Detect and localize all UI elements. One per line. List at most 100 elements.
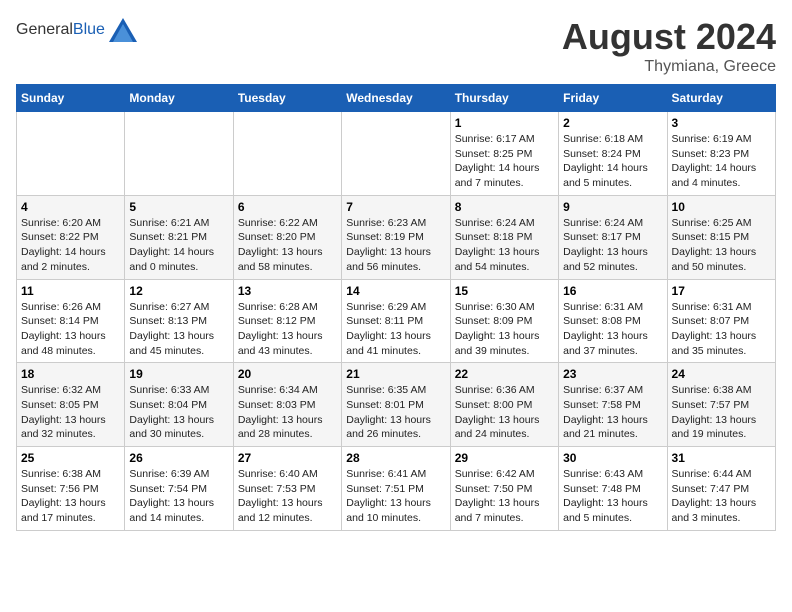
calendar-cell: 24 Sunrise: 6:38 AM Sunset: 7:57 PM Dayli…: [667, 363, 775, 447]
calendar-cell: [125, 112, 233, 196]
calendar-cell: 30 Sunrise: 6:43 AM Sunset: 7:48 PM Dayli…: [559, 447, 667, 531]
day-info: Sunrise: 6:38 AM Sunset: 7:56 PM Dayligh…: [21, 467, 120, 526]
calendar-cell: 10 Sunrise: 6:25 AM Sunset: 8:15 PM Dayli…: [667, 195, 775, 279]
day-info: Sunrise: 6:32 AM Sunset: 8:05 PM Dayligh…: [21, 383, 120, 442]
day-info: Sunrise: 6:43 AM Sunset: 7:48 PM Dayligh…: [563, 467, 662, 526]
calendar-cell: 21 Sunrise: 6:35 AM Sunset: 8:01 PM Dayli…: [342, 363, 450, 447]
calendar-cell: 23 Sunrise: 6:37 AM Sunset: 7:58 PM Dayli…: [559, 363, 667, 447]
day-number: 2: [563, 116, 662, 130]
logo: GeneralBlue: [16, 16, 139, 44]
day-info: Sunrise: 6:24 AM Sunset: 8:18 PM Dayligh…: [455, 216, 554, 275]
calendar-cell: 28 Sunrise: 6:41 AM Sunset: 7:51 PM Dayli…: [342, 447, 450, 531]
day-number: 17: [672, 284, 771, 298]
day-info: Sunrise: 6:18 AM Sunset: 8:24 PM Dayligh…: [563, 132, 662, 191]
calendar-cell: [17, 112, 125, 196]
day-number: 29: [455, 451, 554, 465]
day-number: 27: [238, 451, 337, 465]
calendar-cell: [342, 112, 450, 196]
weekday-header: Tuesday: [233, 85, 341, 112]
calendar-cell: 27 Sunrise: 6:40 AM Sunset: 7:53 PM Dayli…: [233, 447, 341, 531]
calendar-cell: 22Sunrise: 6:36 AM Sunset: 8:00 PM Dayli…: [450, 363, 558, 447]
calendar-cell: 16 Sunrise: 6:31 AM Sunset: 8:08 PM Dayli…: [559, 279, 667, 363]
weekday-header: Thursday: [450, 85, 558, 112]
calendar-cell: 12 Sunrise: 6:27 AM Sunset: 8:13 PM Dayli…: [125, 279, 233, 363]
calendar-cell: 3Sunrise: 6:19 AM Sunset: 8:23 PM Daylig…: [667, 112, 775, 196]
logo-text: GeneralBlue: [16, 21, 105, 39]
day-info: Sunrise: 6:37 AM Sunset: 7:58 PM Dayligh…: [563, 383, 662, 442]
logo-blue: Blue: [73, 21, 105, 38]
day-info: Sunrise: 6:44 AM Sunset: 7:47 PM Dayligh…: [672, 467, 771, 526]
day-number: 18: [21, 367, 120, 381]
day-number: 14: [346, 284, 445, 298]
calendar-cell: 29 Sunrise: 6:42 AM Sunset: 7:50 PM Dayli…: [450, 447, 558, 531]
day-number: 28: [346, 451, 445, 465]
day-number: 25: [21, 451, 120, 465]
day-info: Sunrise: 6:25 AM Sunset: 8:15 PM Dayligh…: [672, 216, 771, 275]
calendar-week-row: 1 Sunrise: 6:17 AM Sunset: 8:25 PM Daylig…: [17, 112, 776, 196]
day-info: Sunrise: 6:31 AM Sunset: 8:07 PM Dayligh…: [672, 300, 771, 359]
day-info: Sunrise: 6:42 AM Sunset: 7:50 PM Dayligh…: [455, 467, 554, 526]
month-year: August 2024: [562, 16, 776, 58]
calendar-week-row: 11 Sunrise: 6:26 AM Sunset: 8:14 PM Dayli…: [17, 279, 776, 363]
day-info: Sunrise: 6:21 AM Sunset: 8:21 PM Dayligh…: [129, 216, 228, 275]
day-info: Sunrise: 6:23 AM Sunset: 8:19 PM Dayligh…: [346, 216, 445, 275]
day-number: 16: [563, 284, 662, 298]
day-number: 1: [455, 116, 554, 130]
title-block: August 2024 Thymiana, Greece: [562, 16, 776, 76]
calendar-cell: 26Sunrise: 6:39 AM Sunset: 7:54 PM Dayli…: [125, 447, 233, 531]
day-number: 5: [129, 200, 228, 214]
calendar-cell: 7 Sunrise: 6:23 AM Sunset: 8:19 PM Daylig…: [342, 195, 450, 279]
location: Thymiana, Greece: [562, 58, 776, 76]
calendar-cell: 4Sunrise: 6:20 AM Sunset: 8:22 PM Daylig…: [17, 195, 125, 279]
calendar-cell: 5 Sunrise: 6:21 AM Sunset: 8:21 PM Daylig…: [125, 195, 233, 279]
day-number: 11: [21, 284, 120, 298]
day-number: 20: [238, 367, 337, 381]
day-info: Sunrise: 6:28 AM Sunset: 8:12 PM Dayligh…: [238, 300, 337, 359]
day-number: 4: [21, 200, 120, 214]
day-info: Sunrise: 6:33 AM Sunset: 8:04 PM Dayligh…: [129, 383, 228, 442]
day-info: Sunrise: 6:26 AM Sunset: 8:14 PM Dayligh…: [21, 300, 120, 359]
calendar-week-row: 18 Sunrise: 6:32 AM Sunset: 8:05 PM Dayli…: [17, 363, 776, 447]
day-info: Sunrise: 6:31 AM Sunset: 8:08 PM Dayligh…: [563, 300, 662, 359]
day-number: 12: [129, 284, 228, 298]
logo-icon: [107, 16, 139, 44]
calendar-cell: 8Sunrise: 6:24 AM Sunset: 8:18 PM Daylig…: [450, 195, 558, 279]
day-info: Sunrise: 6:38 AM Sunset: 7:57 PM Dayligh…: [672, 383, 771, 442]
weekday-header: Monday: [125, 85, 233, 112]
day-info: Sunrise: 6:30 AM Sunset: 8:09 PM Dayligh…: [455, 300, 554, 359]
calendar-week-row: 4Sunrise: 6:20 AM Sunset: 8:22 PM Daylig…: [17, 195, 776, 279]
day-info: Sunrise: 6:34 AM Sunset: 8:03 PM Dayligh…: [238, 383, 337, 442]
calendar-week-row: 25 Sunrise: 6:38 AM Sunset: 7:56 PM Dayli…: [17, 447, 776, 531]
day-number: 24: [672, 367, 771, 381]
calendar-cell: 15 Sunrise: 6:30 AM Sunset: 8:09 PM Dayli…: [450, 279, 558, 363]
day-number: 15: [455, 284, 554, 298]
day-number: 30: [563, 451, 662, 465]
calendar-cell: 13Sunrise: 6:28 AM Sunset: 8:12 PM Dayli…: [233, 279, 341, 363]
calendar-cell: 17 Sunrise: 6:31 AM Sunset: 8:07 PM Dayli…: [667, 279, 775, 363]
day-info: Sunrise: 6:27 AM Sunset: 8:13 PM Dayligh…: [129, 300, 228, 359]
day-number: 26: [129, 451, 228, 465]
day-number: 6: [238, 200, 337, 214]
day-info: Sunrise: 6:17 AM Sunset: 8:25 PM Dayligh…: [455, 132, 554, 191]
calendar-cell: 6Sunrise: 6:22 AM Sunset: 8:20 PM Daylig…: [233, 195, 341, 279]
calendar-table: SundayMondayTuesdayWednesdayThursdayFrid…: [16, 84, 776, 531]
day-info: Sunrise: 6:29 AM Sunset: 8:11 PM Dayligh…: [346, 300, 445, 359]
day-info: Sunrise: 6:35 AM Sunset: 8:01 PM Dayligh…: [346, 383, 445, 442]
calendar-cell: 11 Sunrise: 6:26 AM Sunset: 8:14 PM Dayli…: [17, 279, 125, 363]
day-number: 3: [672, 116, 771, 130]
day-info: Sunrise: 6:41 AM Sunset: 7:51 PM Dayligh…: [346, 467, 445, 526]
day-info: Sunrise: 6:24 AM Sunset: 8:17 PM Dayligh…: [563, 216, 662, 275]
calendar-cell: 18 Sunrise: 6:32 AM Sunset: 8:05 PM Dayli…: [17, 363, 125, 447]
day-number: 10: [672, 200, 771, 214]
weekday-header: Friday: [559, 85, 667, 112]
calendar-cell: 19Sunrise: 6:33 AM Sunset: 8:04 PM Dayli…: [125, 363, 233, 447]
day-number: 7: [346, 200, 445, 214]
day-number: 21: [346, 367, 445, 381]
page-header: GeneralBlue August 2024 Thymiana, Greece: [16, 16, 776, 76]
day-info: Sunrise: 6:40 AM Sunset: 7:53 PM Dayligh…: [238, 467, 337, 526]
calendar-cell: 2 Sunrise: 6:18 AM Sunset: 8:24 PM Daylig…: [559, 112, 667, 196]
calendar-cell: 14 Sunrise: 6:29 AM Sunset: 8:11 PM Dayli…: [342, 279, 450, 363]
logo-general: General: [16, 21, 73, 38]
day-number: 23: [563, 367, 662, 381]
calendar-cell: 1 Sunrise: 6:17 AM Sunset: 8:25 PM Daylig…: [450, 112, 558, 196]
